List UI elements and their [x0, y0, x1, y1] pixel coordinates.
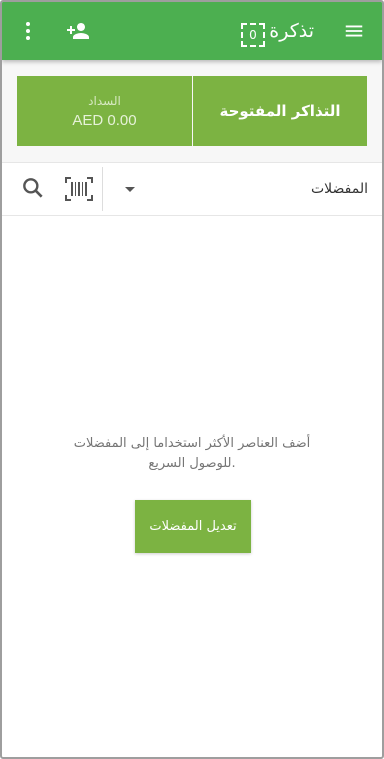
category-filter-bar: المفضلات — [2, 163, 382, 216]
filter-divider — [102, 167, 103, 211]
open-tickets-button[interactable]: التذاكر المفتوحة — [193, 76, 367, 146]
pay-amount: AED 0.00 — [72, 111, 137, 129]
more-options-button[interactable] — [14, 2, 42, 60]
empty-state-line-2: للوصول السريع. — [148, 456, 236, 471]
empty-state-line-1: أضف العناصر الأكثر استخداما إلى المفضلات — [73, 436, 311, 451]
category-select[interactable]: المفضلات — [311, 163, 368, 215]
person-add-icon — [67, 23, 89, 39]
search-icon — [23, 178, 43, 198]
barcode-scan-button[interactable] — [64, 175, 94, 203]
menu-icon — [345, 25, 363, 37]
ticket-summary: التذاكر المفتوحة السداد AED 0.00 — [2, 60, 382, 163]
pay-label: السداد — [88, 93, 121, 108]
more-vert-icon — [26, 22, 30, 40]
add-customer-button[interactable] — [58, 2, 98, 60]
search-button[interactable] — [20, 175, 48, 203]
pay-button[interactable]: السداد AED 0.00 — [17, 76, 192, 146]
barcode-scanner-icon — [65, 177, 93, 201]
app-frame: تذكرة 0 التذاكر المفتوحة السداد AED 0.00… — [0, 0, 384, 759]
ticket-count-badge: 0 — [241, 23, 265, 47]
app-bar: تذكرة 0 — [2, 2, 382, 60]
page-title: تذكرة — [269, 20, 314, 42]
edit-favorites-button[interactable]: تعديل المفضلات — [135, 500, 251, 553]
dropdown-arrow-icon[interactable] — [122, 181, 138, 197]
empty-state-message: أضف العناصر الأكثر استخداما إلى المفضلات… — [42, 434, 342, 474]
menu-button[interactable] — [332, 2, 376, 60]
